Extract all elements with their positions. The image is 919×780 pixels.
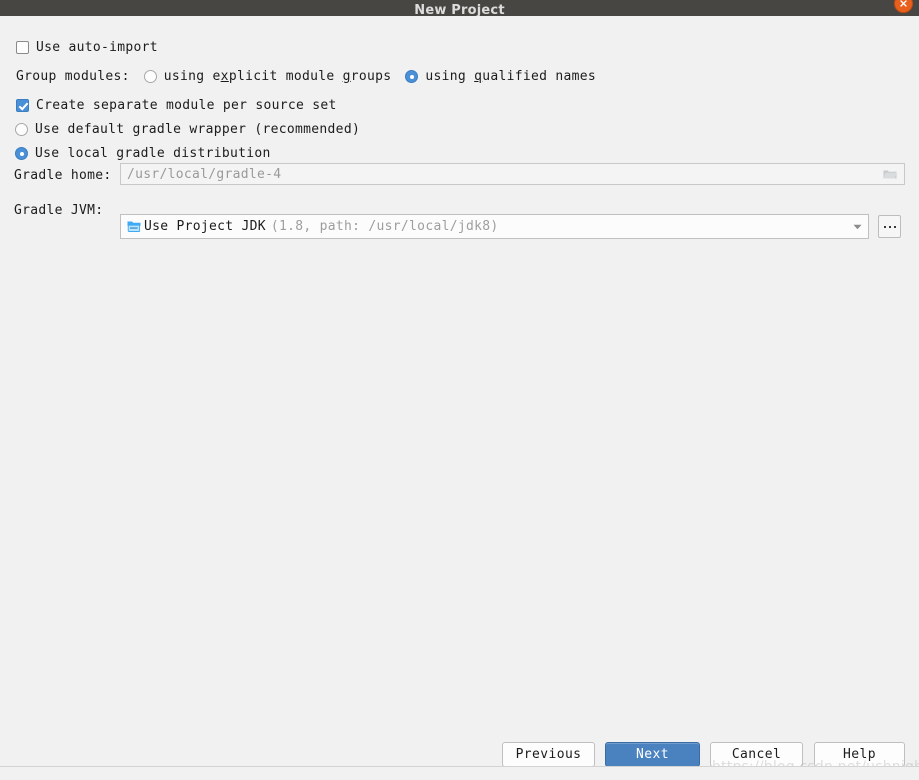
close-icon[interactable] bbox=[894, 0, 913, 13]
using-explicit-module-groups-label: using explicit module groups bbox=[163, 69, 392, 84]
ellipsis-dot bbox=[893, 225, 896, 228]
ellipsis-dot bbox=[883, 225, 886, 228]
using-qualified-names-radio[interactable] bbox=[405, 70, 419, 83]
using-qualified-names-label: using qualified names bbox=[425, 69, 597, 84]
using-explicit-module-groups-radio[interactable] bbox=[143, 70, 157, 83]
checkbox-use-auto-import[interactable]: Use auto-import bbox=[16, 40, 158, 55]
ellipsis-dot bbox=[888, 225, 891, 228]
dialog-bottom-border bbox=[0, 766, 919, 780]
window-titlebar: New Project bbox=[0, 0, 919, 17]
use-local-gradle-distribution-label: Use local gradle distribution bbox=[35, 146, 271, 161]
gradle-jvm-label: Gradle JVM: bbox=[14, 203, 104, 218]
radio-use-local-gradle-distribution[interactable]: Use local gradle distribution bbox=[15, 146, 271, 161]
use-local-gradle-distribution-radio[interactable] bbox=[15, 147, 28, 160]
dialog-content: Use auto-import Group modules: using exp… bbox=[0, 16, 919, 780]
gradle-jvm-dropdown[interactable]: Use Project JDK (1.8, path: /usr/local/j… bbox=[120, 214, 869, 239]
use-default-gradle-wrapper-label: Use default gradle wrapper (recommended) bbox=[35, 122, 361, 137]
previous-button[interactable]: Previous bbox=[502, 742, 595, 767]
radio-using-qualified-names[interactable]: using qualified names bbox=[405, 69, 596, 84]
create-separate-module-checkbox[interactable] bbox=[16, 99, 29, 112]
use-auto-import-label: Use auto-import bbox=[36, 40, 158, 55]
create-separate-module-label: Create separate module per source set bbox=[36, 98, 337, 113]
radio-use-default-gradle-wrapper[interactable]: Use default gradle wrapper (recommended) bbox=[15, 122, 360, 137]
group-modules-row: Group modules: using explicit module gro… bbox=[16, 69, 596, 84]
use-default-gradle-wrapper-radio[interactable] bbox=[15, 123, 28, 136]
next-button[interactable]: Next bbox=[605, 742, 700, 767]
gradle-jvm-browse-button[interactable] bbox=[878, 215, 901, 238]
gradle-home-value: /usr/local/gradle-4 bbox=[127, 166, 282, 182]
help-button[interactable]: Help bbox=[814, 742, 905, 767]
gradle-home-input[interactable]: /usr/local/gradle-4 bbox=[120, 163, 905, 185]
chevron-down-icon[interactable] bbox=[850, 224, 864, 230]
jdk-icon bbox=[127, 220, 142, 234]
gradle-jvm-detail: (1.8, path: /usr/local/jdk8) bbox=[270, 219, 499, 234]
gradle-jvm-value: Use Project JDK bbox=[144, 219, 266, 234]
checkbox-create-separate-module[interactable]: Create separate module per source set bbox=[16, 98, 337, 113]
folder-icon[interactable] bbox=[882, 168, 898, 181]
cancel-button[interactable]: Cancel bbox=[710, 742, 803, 767]
gradle-home-label: Gradle home: bbox=[14, 168, 112, 183]
radio-using-explicit-module-groups[interactable]: using explicit module groups bbox=[143, 69, 392, 84]
group-modules-label: Group modules: bbox=[16, 69, 130, 84]
use-auto-import-checkbox[interactable] bbox=[16, 41, 29, 54]
